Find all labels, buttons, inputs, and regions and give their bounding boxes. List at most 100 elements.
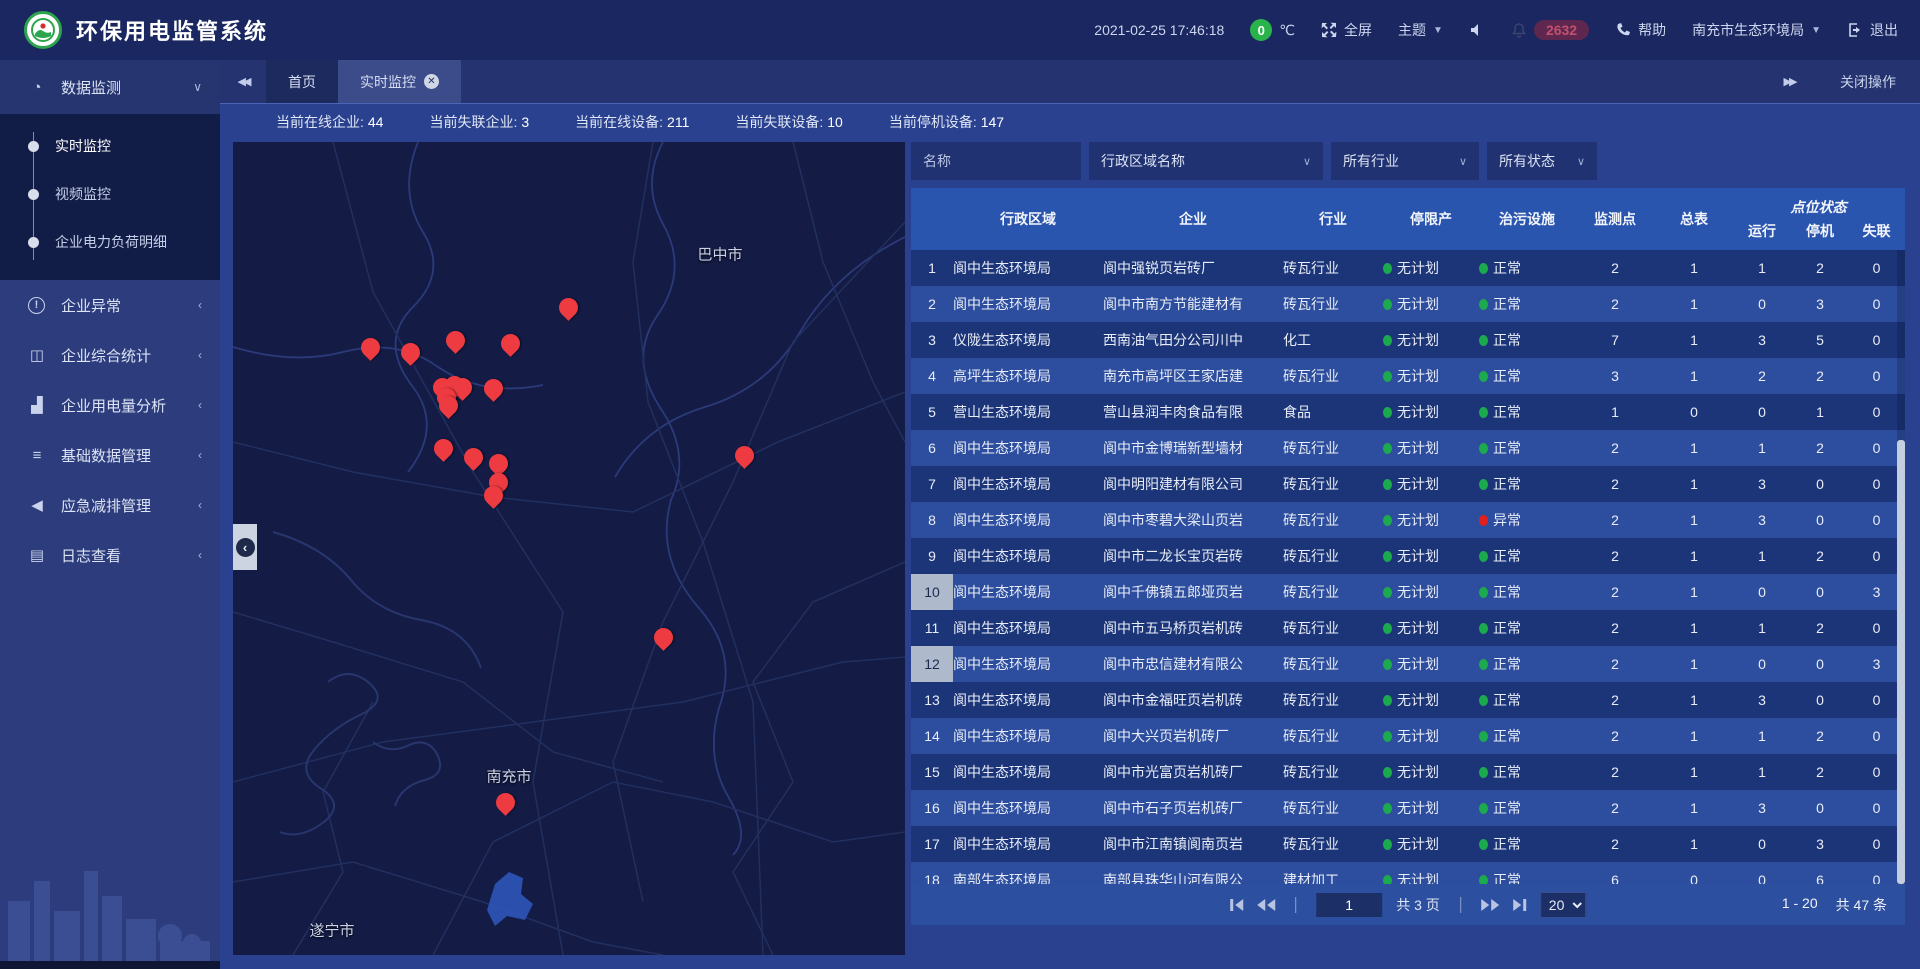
fullscreen-button[interactable]: 全屏 <box>1321 20 1372 40</box>
status-dot-green <box>1479 803 1488 814</box>
cell-lost: 3 <box>1849 584 1904 600</box>
sidebar-section-emergency-reduction: ◀应急减排管理‹ <box>0 480 220 530</box>
table-row[interactable]: 15阆中生态环境局阆中市光富页岩机砖厂砖瓦行业无计划正常21120 <box>911 754 1905 790</box>
cell-index: 16 <box>911 790 953 826</box>
cell-stop-label: 无计划 <box>1397 548 1439 564</box>
status-dot-green <box>1479 839 1488 850</box>
table-panel: 行政区域名称 ∨ 所有行业 ∨ 所有状态 ∨ <box>911 142 1905 925</box>
sidebar-item-enterprise-statistics[interactable]: ◫企业综合统计‹ <box>0 330 220 380</box>
sidebar-item-enterprise-abnormal[interactable]: !企业异常‹ <box>0 280 220 330</box>
cell-facility: 正常 <box>1479 834 1575 854</box>
cell-facility-label: 正常 <box>1493 836 1521 852</box>
logout-button[interactable]: 退出 <box>1847 20 1898 40</box>
table-row[interactable]: 11阆中生态环境局阆中市五马桥页岩机砖砖瓦行业无计划正常21120 <box>911 610 1905 646</box>
map-panel[interactable]: 巴中市南充市遂宁市 ‹ <box>233 142 905 955</box>
table-row[interactable]: 5营山生态环境局营山县润丰肉食品有限食品无计划正常10010 <box>911 394 1905 430</box>
table-row[interactable]: 18南部生态环境局南部县珠华山河有限公建材加工无计划正常60060 <box>911 862 1905 884</box>
table-row[interactable]: 3仪陇生态环境局西南油气田分公司川中化工无计划正常71350 <box>911 322 1905 358</box>
cell-index: 13 <box>911 682 953 718</box>
sidebar-item-emergency-reduction[interactable]: ◀应急减排管理‹ <box>0 480 220 530</box>
chevron-down-icon: ∨ <box>193 80 202 94</box>
cell-facility: 正常 <box>1479 474 1575 494</box>
cell-lost: 0 <box>1849 764 1904 780</box>
chevron-left-icon: ‹ <box>236 538 255 557</box>
theme-dropdown[interactable]: 主题▼ <box>1398 20 1443 40</box>
status-item-label: 当前在线设备: <box>575 114 663 130</box>
next-page-button[interactable] <box>1481 899 1499 911</box>
prev-page-button[interactable] <box>1257 899 1275 911</box>
cell-stop: 无计划 <box>1383 582 1479 602</box>
panel-collapse-toggle[interactable]: ‹ <box>233 524 257 570</box>
table-row[interactable]: 16阆中生态环境局阆中市石子页岩机砖厂砖瓦行业无计划正常21300 <box>911 790 1905 826</box>
first-page-button[interactable] <box>1230 899 1243 911</box>
phone-icon <box>1615 22 1631 38</box>
cell-stop-label: 无计划 <box>1397 692 1439 708</box>
cell-region: 阆中生态环境局 <box>953 510 1103 530</box>
table-row[interactable]: 13阆中生态环境局阆中市金福旺页岩机砖砖瓦行业无计划正常21300 <box>911 682 1905 718</box>
cell-region: 阆中生态环境局 <box>953 546 1103 566</box>
org-dropdown[interactable]: 南充市生态环境局▼ <box>1692 20 1821 40</box>
cell-facility-label: 正常 <box>1493 548 1521 564</box>
cell-facility: 正常 <box>1479 546 1575 566</box>
table-row[interactable]: 7阆中生态环境局阆中明阳建材有限公司砖瓦行业无计划正常21300 <box>911 466 1905 502</box>
cell-points: 2 <box>1575 764 1655 780</box>
col-region: 行政区域 <box>953 209 1103 229</box>
cell-index: 8 <box>911 502 953 538</box>
sidebar-item-video-monitoring[interactable]: 视频监控 <box>0 170 220 218</box>
cell-stop-label: 无计划 <box>1397 584 1439 600</box>
status-item-label: 当前在线企业: <box>276 114 364 130</box>
cityscape-decoration <box>0 841 220 961</box>
gauge-icon: ◔ <box>26 79 48 96</box>
close-tab-icon[interactable]: ✕ <box>424 74 439 89</box>
name-filter-input[interactable] <box>911 142 1081 180</box>
industry-filter-select[interactable]: 所有行业 ∨ <box>1331 142 1479 180</box>
region-filter-select[interactable]: 行政区域名称 ∨ <box>1089 142 1323 180</box>
sidebar-item-power-load-detail[interactable]: 企业电力负荷明细 <box>0 218 220 266</box>
table-row[interactable]: 6阆中生态环境局阆中市金博瑞新型墙材砖瓦行业无计划正常21120 <box>911 430 1905 466</box>
table-row[interactable]: 9阆中生态环境局阆中市二龙长宝页岩砖砖瓦行业无计划正常21120 <box>911 538 1905 574</box>
table-row[interactable]: 4高坪生态环境局南充市高坪区王家店建砖瓦行业无计划正常31220 <box>911 358 1905 394</box>
last-page-button[interactable] <box>1513 899 1526 911</box>
table-row[interactable]: 14阆中生态环境局阆中大兴页岩机砖厂砖瓦行业无计划正常21120 <box>911 718 1905 754</box>
scrollbar-thumb[interactable] <box>1897 440 1905 884</box>
cell-facility-label: 正常 <box>1493 440 1521 456</box>
sidebar-section-enterprise-abnormal: !企业异常‹ <box>0 280 220 330</box>
help-button[interactable]: 帮助 <box>1615 20 1666 40</box>
cell-facility-label: 正常 <box>1493 404 1521 420</box>
tab-home[interactable]: 首页 <box>266 60 338 103</box>
table-scrollbar[interactable] <box>1897 250 1905 884</box>
status-item-value: 10 <box>827 114 843 130</box>
tab-realtime-monitoring[interactable]: 实时监控 ✕ <box>338 60 461 103</box>
cell-region: 阆中生态环境局 <box>953 258 1103 278</box>
page-size-select[interactable]: 20 <box>1540 892 1586 918</box>
cell-meter: 1 <box>1655 584 1733 600</box>
sidebar-item-log-view[interactable]: ▤日志查看‹ <box>0 530 220 580</box>
cell-stop-label: 无计划 <box>1397 620 1439 636</box>
page-number-input[interactable] <box>1316 893 1382 917</box>
bell-icon <box>1511 22 1527 38</box>
table-row[interactable]: 8阆中生态环境局阆中市枣碧大梁山页岩砖瓦行业无计划异常21300 <box>911 502 1905 538</box>
cell-meter: 1 <box>1655 512 1733 528</box>
notifications[interactable]: 2632 <box>1511 20 1589 40</box>
sidebar-item-data-monitoring[interactable]: ◔数据监测∨ <box>0 60 220 114</box>
tab-scroll-right-icon[interactable]: ▶▶ <box>1766 75 1812 88</box>
table-row[interactable]: 2阆中生态环境局阆中市南方节能建材有砖瓦行业无计划正常21030 <box>911 286 1905 322</box>
cell-down: 2 <box>1791 728 1849 744</box>
status-dot-green <box>1479 551 1488 562</box>
sidebar-item-power-usage-analysis[interactable]: ▟企业用电量分析‹ <box>0 380 220 430</box>
table-row[interactable]: 17阆中生态环境局阆中市江南镇阆南页岩砖瓦行业无计划正常21030 <box>911 826 1905 862</box>
table-row[interactable]: 12阆中生态环境局阆中市忠信建材有限公砖瓦行业无计划正常21003 <box>911 646 1905 682</box>
cell-meter: 0 <box>1655 404 1733 420</box>
cell-meter: 1 <box>1655 332 1733 348</box>
mute-button[interactable] <box>1469 22 1485 38</box>
sidebar-item-basic-data-management[interactable]: ≡基础数据管理‹ <box>0 430 220 480</box>
tab-scroll-left-icon[interactable]: ◀◀ <box>220 75 266 88</box>
cell-meter: 1 <box>1655 440 1733 456</box>
close-operations-button[interactable]: 关闭操作 <box>1840 72 1896 92</box>
chevron-left-icon: ‹ <box>198 548 202 562</box>
sidebar-item-realtime-monitoring[interactable]: 实时监控 <box>0 122 220 170</box>
table-row[interactable]: 10阆中生态环境局阆中千佛镇五郎垭页岩砖瓦行业无计划正常21003 <box>911 574 1905 610</box>
status-filter-select[interactable]: 所有状态 ∨ <box>1487 142 1597 180</box>
table-row[interactable]: 1阆中生态环境局阆中强锐页岩砖厂砖瓦行业无计划正常21120 <box>911 250 1905 286</box>
cell-run: 0 <box>1733 872 1791 884</box>
